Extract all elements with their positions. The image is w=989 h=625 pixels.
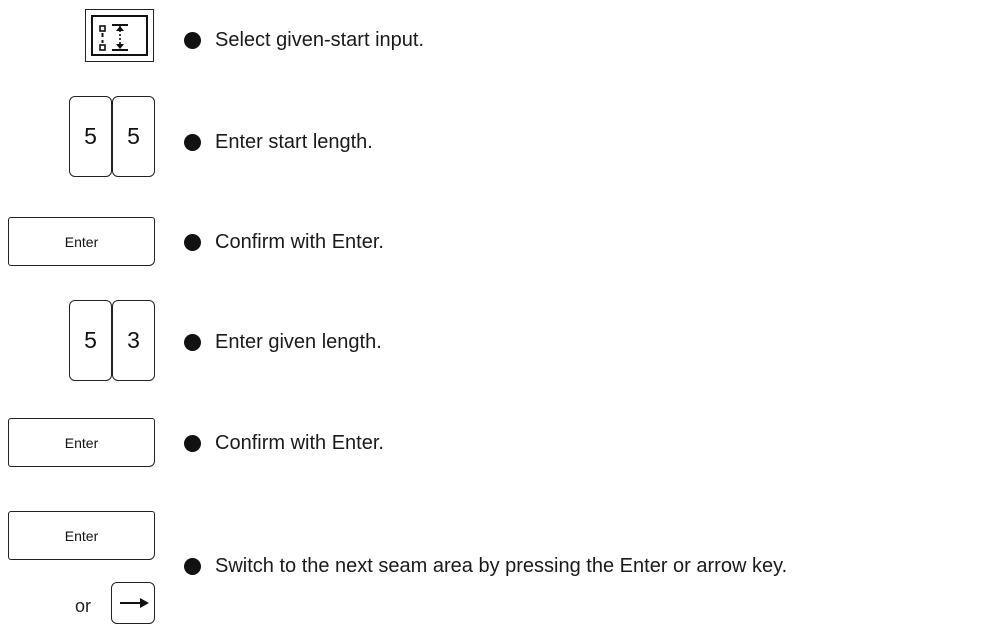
- enter-key[interactable]: Enter: [8, 511, 155, 560]
- bullet: [184, 435, 201, 452]
- step-text: Switch to the next seam area by pressing…: [215, 554, 787, 578]
- enter-key[interactable]: Enter: [8, 418, 155, 467]
- given-start-input-key[interactable]: [85, 9, 154, 62]
- arrow-right-key[interactable]: [111, 582, 155, 624]
- bullet: [184, 134, 201, 151]
- enter-key[interactable]: Enter: [8, 217, 155, 266]
- step-text-suffix: .: [378, 231, 384, 253]
- step-text: Enter start length.: [215, 131, 373, 153]
- bullet: [184, 558, 201, 575]
- step-text-prefix: Switch to the next seam area by pressing…: [215, 555, 620, 577]
- bullet: [184, 32, 201, 49]
- step-text-key: Enter: [619, 555, 668, 577]
- digit-key-5[interactable]: 5: [69, 96, 112, 177]
- step-text-suffix: key.: [746, 555, 788, 577]
- step-text: Enter given length.: [215, 331, 382, 353]
- step-text-suffix: .: [378, 432, 384, 454]
- bullet: [184, 334, 201, 351]
- step-text-prefix: Confirm with: [215, 432, 332, 454]
- arrow-right-icon: [120, 598, 149, 608]
- step-text-key: arrow: [696, 555, 747, 577]
- step-text-mid: or: [667, 555, 697, 577]
- digit-key-5[interactable]: 5: [69, 300, 112, 381]
- step-text: Select given-start input.: [215, 29, 424, 51]
- given-start-input-icon: [99, 24, 128, 51]
- step-text: Confirm with Enter.: [215, 230, 384, 254]
- step-text-key: Enter: [331, 432, 379, 454]
- step-text-key: Enter: [331, 231, 379, 253]
- step-text-prefix: Confirm with: [215, 231, 332, 253]
- step-text: Confirm with Enter.: [215, 431, 384, 455]
- or-label: or: [75, 596, 92, 616]
- bullet: [184, 234, 201, 251]
- digit-key-3[interactable]: 3: [112, 300, 155, 381]
- digit-key-5[interactable]: 5: [112, 96, 155, 177]
